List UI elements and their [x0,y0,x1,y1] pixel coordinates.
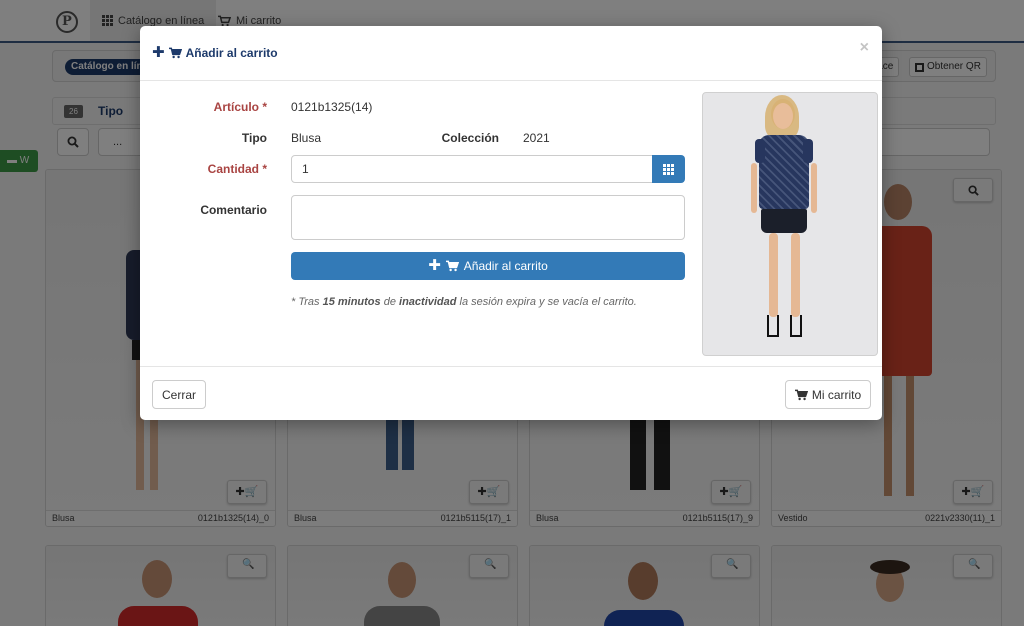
modal-title: ✚ Añadir al carrito [152,44,278,61]
plus-icon: ✚ [152,44,165,61]
add-to-cart-label: Añadir al carrito [463,259,548,273]
session-expiry-note: * Tras 15 minutos de inactividad la sesi… [291,296,637,308]
note-minutes: 15 minutos [322,296,381,308]
my-cart-label: Mi carrito [811,387,862,402]
tipo-label: Tipo [241,131,267,145]
cart-icon [445,260,459,272]
note-prefix: * Tras [291,296,323,308]
note-mid: de [380,296,400,308]
modal-title-text: Añadir al carrito [185,46,278,60]
modal-header: ✚ Añadir al carrito × [140,26,882,81]
coleccion-label: Colección [441,131,499,145]
add-to-cart-button[interactable]: ✚ Añadir al carrito [291,252,685,280]
note-suffix: la sesión expira y se vacía el carrito. [456,296,637,308]
cantidad-label: Cantidad * [207,162,267,176]
comentario-label: Comentario [200,203,267,217]
note-inactivity: inactividad [399,296,457,308]
quantity-input[interactable]: 1 [291,155,653,183]
cart-icon [794,389,808,400]
coleccion-value: 2021 [523,131,550,145]
plus-icon: ✚ [428,257,441,274]
cart-icon [168,47,182,59]
modal-footer: Cerrar Mi carrito [140,366,882,420]
close-button[interactable]: Cerrar [152,380,206,409]
my-cart-button[interactable]: Mi carrito [785,380,871,409]
keypad-icon [663,164,674,175]
articulo-label: Artículo * [213,100,267,114]
tipo-value: Blusa [291,131,322,145]
articulo-value: 0121b1325(14) [291,100,373,114]
product-image[interactable] [702,92,878,356]
add-to-cart-modal: ✚ Añadir al carrito × Artículo * 0121b13… [140,26,882,420]
comment-textarea[interactable] [291,195,685,240]
close-icon[interactable]: × [860,39,869,57]
quantity-keypad-button[interactable] [652,155,685,183]
